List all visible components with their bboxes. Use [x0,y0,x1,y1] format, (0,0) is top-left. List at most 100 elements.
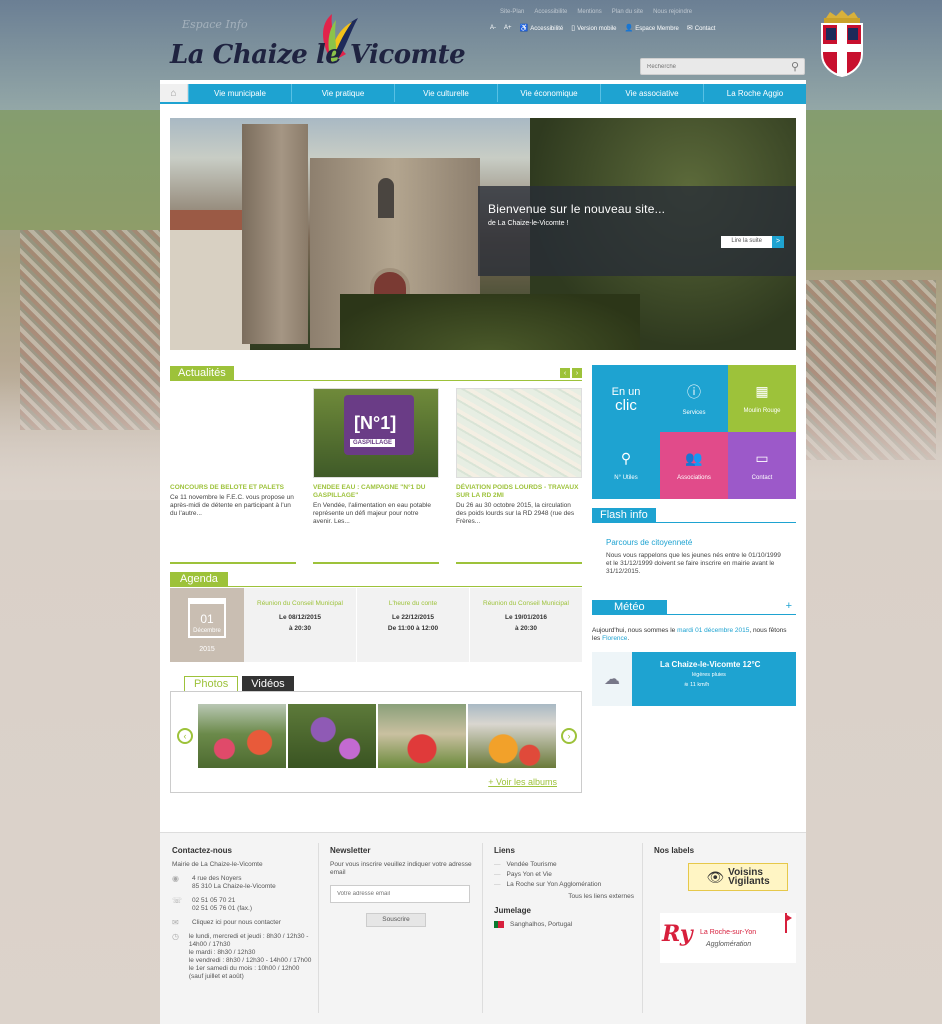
contact-fax: 02 51 05 76 01 (fax.) [192,905,252,912]
nav-item-vie-associative[interactable]: Vie associative [600,84,703,102]
background-field [0,110,160,230]
contact-address: 4 rue des Noyers [192,875,242,882]
coat-of-arms-icon [821,10,863,78]
meteo-text: Aujourd'hui, nous sommes le [592,627,678,634]
carousel-next-icon[interactable]: › [561,728,577,744]
read-more-button[interactable]: Lire la suite > [721,236,784,248]
member-area-link[interactable]: 👤 Espace Membre [624,24,678,32]
agenda-event[interactable]: Réunion du Conseil Municipal Le 08/12/20… [244,588,356,662]
site-logo[interactable]: Espace Info La Chaize le Vicomte [170,14,466,76]
accessibility-link[interactable]: ♿ Accessibilité [520,24,564,32]
nav-item-vie-municipale[interactable]: Vie municipale [188,84,291,102]
media-tabs: Photos Vidéos [184,676,294,691]
tile-numeros-utiles[interactable]: ⚲ N° Utiles [592,432,660,499]
search-box[interactable]: ⚲ [640,58,805,75]
search-icon[interactable]: ⚲ [791,60,799,73]
news-card[interactable]: CONCOURS DE BELOTE ET PALETS Ce 11 novem… [170,388,296,564]
links-heading: Liens [494,846,515,855]
footer-link[interactable]: — Pays Yon et Vie [494,871,634,879]
gallery-photo[interactable] [468,704,556,768]
news-next-icon[interactable]: › [572,368,582,378]
roche-sur-yon-logo[interactable]: Ry La Roche-sur-Yon Agglomération [660,913,796,963]
nav-item-vie-culturelle[interactable]: Vie culturelle [394,84,497,102]
all-links[interactable]: Tous les liens externes [494,893,634,901]
news-card[interactable]: [N°1] GASPILLAGE VENDEE EAU : CAMPAGNE "… [313,388,439,564]
news-title[interactable]: VENDEE EAU : CAMPAGNE "N°1 DU GASPILLAGE… [313,484,439,500]
slider-title: Bienvenue sur le nouveau site... [488,202,666,216]
gallery-photo[interactable] [198,704,286,768]
contact-name: Mairie de La Chaize-le-Vicomte [172,861,263,868]
tile-label: Contact [751,475,773,481]
news-title[interactable]: DÉVIATION POIDS LOURDS - TRAVAUX SUR LA … [456,484,582,500]
clic-label: clic [615,396,637,414]
footer-link[interactable]: — Vendée Tourisme [494,861,634,869]
footer-newsletter: Newsletter Pour vous inscrire veuillez i… [330,847,480,927]
news-header: Actualités [170,366,234,380]
jumelage-item[interactable]: Sanghalhos, Portugal [494,921,634,929]
poster-image: [N°1] GASPILLAGE [344,395,414,455]
home-icon[interactable]: ⌂ [160,84,188,102]
poster-label: GASPILLAGE [350,439,396,447]
tile-services[interactable]: ⓘ Services [660,365,728,432]
subscribe-button[interactable]: Souscrire [366,913,426,927]
event-hour: De 11:00 à 12:00 [387,625,439,632]
news-prev-icon[interactable]: ‹ [560,368,570,378]
weather-condition: légères pluies [692,672,726,678]
jumelage-label: Sanghalhos, Portugal [510,921,573,928]
meteo-section: Météo + Aujourd'hui, nous sommes le mard… [592,600,796,710]
contact-address-row: ◉ 4 rue des Noyers 85 310 La Chaize-le-Vic… [172,875,312,891]
weather-wind: ≋ 11 km/h [684,682,709,688]
gallery-photo[interactable] [288,704,376,768]
main-navigation: ⌂ Vie municipale Vie pratique Vie cultur… [160,84,806,102]
tile-associations[interactable]: 👥 Associations [660,432,728,499]
ry-logo-sub: Agglomération [706,941,752,948]
contact-phone-row: ☏ 02 51 05 70 21 02 51 05 76 01 (fax.) [172,897,312,913]
flash-heading: Flash info [592,508,656,522]
newsletter-email-input[interactable] [330,885,470,903]
event-title: Réunion du Conseil Municipal [257,600,343,607]
footer-labels: Nos labels [654,847,794,861]
mobile-version-link[interactable]: ▯ Version mobile [571,24,616,32]
voisins-vigilants-logo[interactable]: 👁 Voisins Vigilants [688,863,788,891]
footer-link-label: Pays Yon et Vie [506,871,552,878]
mail-icon: ✉ [172,918,179,927]
portugal-flag-icon [494,921,504,928]
jumelage-heading: Jumelage [494,906,531,915]
tile-contact[interactable]: ▭ Contact [728,432,796,499]
contact-label: Contact [694,26,716,32]
gallery-photo[interactable] [378,704,466,768]
agenda-event[interactable]: Réunion du Conseil Municipal Le 19/01/20… [470,588,582,662]
tab-videos[interactable]: Vidéos [242,676,294,691]
read-more-label: Lire la suite [721,236,772,248]
font-increase-link[interactable]: A+ [504,25,512,31]
plus-icon[interactable]: + [786,600,792,612]
contact-link-row[interactable]: ✉ Cliquez ici pour nous contacter [172,919,312,927]
contact-form-link[interactable]: Cliquez ici pour nous contacter [192,919,281,927]
mobile-icon: ▯ [571,25,576,32]
tab-photos[interactable]: Photos [184,676,239,691]
nav-item-la-roche-aggio[interactable]: La Roche Aggio [703,84,806,102]
news-arrows: ‹ › [560,368,582,378]
footer-links: Liens — Vendée Tourisme — Pays Yon et Vie … [494,847,634,929]
hero-house [170,230,250,350]
news-card[interactable]: DÉVIATION POIDS LOURDS - TRAVAUX SUR LA … [456,388,582,564]
nav-item-vie-economique[interactable]: Vie économique [497,84,600,102]
hero-slider[interactable]: Bienvenue sur le nouveau site... de La C… [170,118,796,350]
view-albums-link[interactable]: + Voir les albums [488,777,557,787]
footer-link[interactable]: — La Roche sur Yon Agglomération [494,881,634,889]
faded-link: Nous rejoindre [653,9,693,15]
tile-moulin-rouge[interactable]: ▦ Moulin Rouge [728,365,796,432]
hero-window [378,178,394,218]
contact-link[interactable]: ✉ Contact [687,24,716,32]
chevron-right-icon: > [772,236,784,248]
nav-item-vie-pratique[interactable]: Vie pratique [291,84,394,102]
search-input[interactable] [641,59,781,74]
slider-subtitle: de La Chaize-le-Vicomte ! [488,220,569,227]
font-decrease-link[interactable]: A- [490,25,496,31]
agenda-event[interactable]: L'heure du conte Le 22/12/2015 De 11:00 … [357,588,469,662]
footer-divider [482,843,483,1013]
flash-title[interactable]: Parcours de citoyenneté [606,538,692,547]
en-un-label: En un [611,385,641,398]
news-title[interactable]: CONCOURS DE BELOTE ET PALETS [170,484,296,492]
carousel-prev-icon[interactable]: ‹ [177,728,193,744]
